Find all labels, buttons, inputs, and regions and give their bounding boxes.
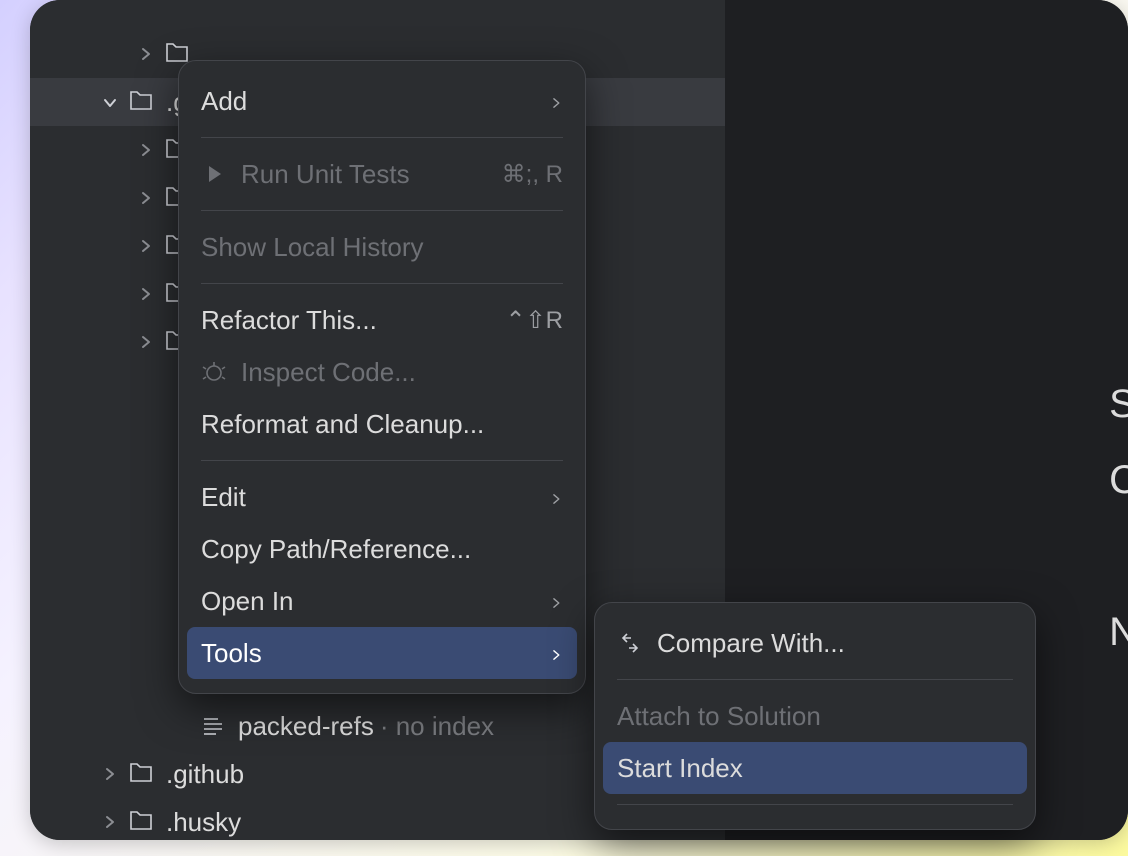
chevron-right-icon [136, 140, 156, 160]
ctx-attach-solution[interactable]: Attach to Solution [595, 690, 1035, 742]
menu-separator [617, 679, 1013, 680]
context-submenu-tools[interactable]: Compare With... Attach to Solution Start… [594, 602, 1036, 830]
ctx-compare-with[interactable]: Compare With... [595, 617, 1035, 669]
play-icon [201, 161, 227, 187]
ctx-add[interactable]: Add [179, 75, 585, 127]
chevron-right-icon [136, 332, 156, 352]
file-icon [200, 713, 226, 739]
tree-item-label: .github [166, 759, 244, 790]
tree-item-label: packed-refs [238, 711, 374, 742]
ctx-copy-path[interactable]: Copy Path/Reference... [179, 523, 585, 575]
ctx-run-unit-tests[interactable]: Run Unit Tests ⌘;, R [179, 148, 585, 200]
ctx-tools[interactable]: Tools [187, 627, 577, 679]
editor-hint-letters: S C N [1109, 366, 1128, 670]
shortcut-label: ⌃⇧R [505, 306, 563, 335]
menu-separator [201, 283, 563, 284]
chevron-right-icon [136, 236, 156, 256]
ctx-start-index[interactable]: Start Index [603, 742, 1027, 794]
ctx-refactor-this[interactable]: Refactor This... ⌃⇧R [179, 294, 585, 346]
folder-icon [128, 761, 154, 787]
menu-separator [201, 137, 563, 138]
menu-separator [201, 210, 563, 211]
folder-icon [128, 809, 154, 835]
menu-separator [617, 804, 1013, 805]
chevron-right-icon [136, 284, 156, 304]
chevron-right-icon [549, 86, 563, 117]
shortcut-label: ⌘;, R [502, 160, 563, 189]
chevron-right-icon [136, 44, 156, 64]
chevron-right-icon [549, 638, 563, 669]
menu-separator [201, 460, 563, 461]
chevron-down-icon [100, 92, 120, 112]
chevron-right-icon [100, 764, 120, 784]
chevron-right-icon [549, 586, 563, 617]
ctx-reformat-cleanup[interactable]: Reformat and Cleanup... [179, 398, 585, 450]
context-menu[interactable]: Add Run Unit Tests ⌘;, R Show Local Hist… [178, 60, 586, 694]
ctx-show-local-history[interactable]: Show Local History [179, 221, 585, 273]
ctx-edit[interactable]: Edit [179, 471, 585, 523]
ctx-open-in[interactable]: Open In [179, 575, 585, 627]
compare-icon [617, 630, 643, 656]
chevron-right-icon [100, 812, 120, 832]
bug-icon [201, 359, 227, 385]
chevron-right-icon [136, 188, 156, 208]
ctx-inspect-code[interactable]: Inspect Code... [179, 346, 585, 398]
chevron-right-icon [549, 482, 563, 513]
folder-icon [128, 89, 154, 115]
tree-item-label: .husky [166, 807, 241, 838]
no-index-badge: · no index [380, 711, 494, 742]
